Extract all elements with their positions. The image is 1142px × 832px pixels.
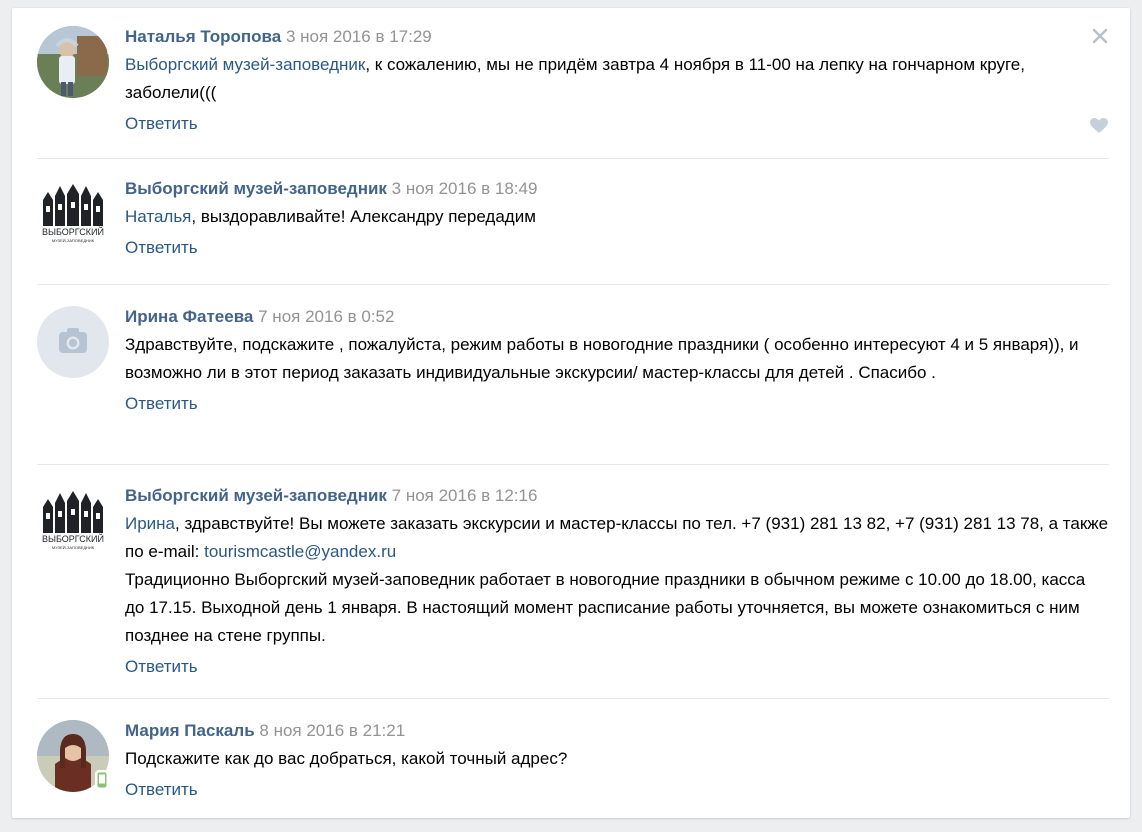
reply-button[interactable]: Ответить [125,656,198,678]
reply-button[interactable]: Ответить [125,237,198,259]
author-name[interactable]: Выборгский музей-заповедник [125,486,387,505]
email-link[interactable]: tourismcastle@yandex.ru [204,542,396,561]
mobile-online-icon [95,770,109,790]
mention-link[interactable]: Ирина [125,514,175,533]
comment-text: Подскажите как до вас добраться, какой т… [125,749,568,768]
logo-title: ВЫБОРГСКИЙ [42,226,104,237]
comment-text: Наталья, выздоравливайте! Александру пер… [125,203,1109,231]
comments-card: Наталья Торопова 3 ноя 2016 в 17:29 Выбо… [12,8,1130,818]
separator [37,698,1109,699]
mention-link[interactable]: Наталья [125,207,191,226]
separator [37,464,1109,465]
author-name[interactable]: Наталья Торопова [125,27,281,46]
comment-date[interactable]: 3 ноя 2016 в 18:49 [392,179,538,198]
comment-text: Здравствуйте, подскажите , пожалуйста, р… [125,335,1079,382]
comment-text: Ирина, здравствуйте! Вы можете заказать … [125,510,1109,566]
comment-text-body: , выздоравливайте! Александру передадим [191,207,536,226]
avatar[interactable] [37,306,109,378]
avatar[interactable]: ВЫБОРГСКИЙ МУЗЕЙ-ЗАПОВЕДНИК [37,178,109,250]
avatar[interactable]: ВЫБОРГСКИЙ МУЗЕЙ-ЗАПОВЕДНИК [37,485,109,557]
like-icon[interactable] [1090,118,1108,134]
author-name[interactable]: Мария Паскаль [125,721,255,740]
separator [37,158,1109,159]
comment-date[interactable]: 7 ноя 2016 в 0:52 [258,307,394,326]
separator [37,284,1109,285]
comment-text: Выборгский музей-заповедник, к сожалению… [125,51,1109,107]
avatar[interactable] [37,26,109,98]
author-name[interactable]: Ирина Фатеева [125,307,253,326]
reply-button[interactable]: Ответить [125,393,198,415]
mention-link[interactable]: Выборгский музей-заповедник [125,55,365,74]
camera-icon [59,328,87,353]
comment-date[interactable]: 8 ноя 2016 в 21:21 [259,721,405,740]
reply-button[interactable]: Ответить [125,113,198,135]
comment-date[interactable]: 7 ноя 2016 в 12:16 [392,486,538,505]
reply-button[interactable]: Ответить [125,779,198,801]
comment-text-paragraph: Традиционно Выборгский музей-заповедник … [125,570,1086,645]
logo-subtitle: МУЗЕЙ-ЗАПОВЕДНИК [52,545,95,550]
logo-subtitle: МУЗЕЙ-ЗАПОВЕДНИК [52,238,95,243]
logo-title: ВЫБОРГСКИЙ [42,533,104,544]
comment-date[interactable]: 3 ноя 2016 в 17:29 [286,27,432,46]
author-name[interactable]: Выборгский музей-заповедник [125,179,387,198]
